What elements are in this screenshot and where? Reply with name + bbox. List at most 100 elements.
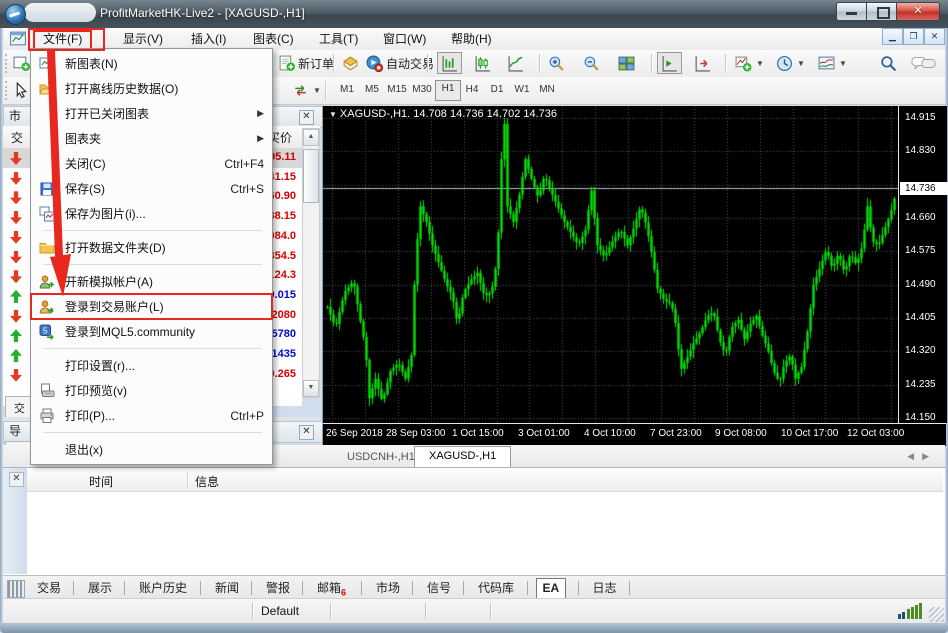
bid-price: 2080	[272, 309, 296, 321]
chart-tab-xagusdh1[interactable]: XAGUSD-,H1	[414, 446, 511, 468]
menu-item-3[interactable]: 图表(C)	[243, 30, 304, 48]
timeframe-m30-button[interactable]: M30	[410, 81, 434, 99]
line-chart-icon[interactable]	[504, 53, 527, 73]
timeframe-w1-button[interactable]: W1	[510, 81, 534, 99]
autotrading-button[interactable]: 自动交易	[363, 53, 437, 73]
doc-restore-icon[interactable]: ❐	[903, 28, 924, 45]
dock-icon[interactable]	[7, 580, 25, 598]
market-watch-scrollbar[interactable]: ▲ ▼	[302, 128, 320, 398]
package-icon[interactable]	[339, 53, 362, 73]
autoscroll-icon[interactable]	[691, 53, 714, 73]
doc-minimize-icon[interactable]: ▁	[882, 28, 903, 45]
terminal-tab-9[interactable]: EA	[536, 578, 567, 599]
bid-price: 1435	[272, 348, 296, 360]
close-icon[interactable]: ✕	[299, 110, 314, 125]
file-menu-item-9[interactable]: 开新模拟帐户(A)	[31, 269, 272, 294]
arrow-down-icon	[10, 172, 22, 185]
file-menu-item-8[interactable]: 打开数据文件夹(D)	[31, 235, 272, 260]
file-menu-item-10[interactable]: 登录到交易账户(L)	[31, 294, 272, 319]
close-icon[interactable]: ✕	[299, 425, 314, 440]
cycle-symbols-icon[interactable]: ▼	[289, 80, 324, 100]
templates-icon[interactable]: ▼	[815, 53, 850, 73]
file-menu-item-4[interactable]: 图表夹▶	[31, 126, 272, 151]
search-icon[interactable]	[877, 53, 900, 73]
column-divider[interactable]	[187, 472, 189, 489]
periods-icon[interactable]: ▼	[773, 53, 808, 73]
price-tick-label: 14.575	[905, 245, 936, 256]
tab-scroll-right-icon[interactable]: ▶	[922, 451, 937, 461]
terminal-tab-4[interactable]: 警报	[260, 580, 296, 596]
timeframe-mn-button[interactable]: MN	[535, 81, 559, 99]
timeframe-h4-button[interactable]: H4	[460, 81, 484, 99]
scroll-up-icon[interactable]: ▲	[303, 129, 319, 146]
file-menu-item-3[interactable]: 打开已关闭图表▶	[31, 101, 272, 126]
terminal-tab-5[interactable]: 邮箱6	[311, 580, 352, 596]
terminal-tab-8[interactable]: 代码库	[472, 580, 520, 596]
terminal-tab-7[interactable]: 信号	[421, 580, 457, 596]
timeframe-m5-button[interactable]: M5	[360, 81, 384, 99]
zoom-out-icon[interactable]	[580, 53, 603, 73]
file-menu-item-15[interactable]: 退出(x)	[31, 437, 272, 462]
menu-item-label: 开新模拟帐户(A)	[65, 273, 264, 290]
scroll-down-icon[interactable]: ▼	[303, 380, 319, 397]
doc-close-icon[interactable]: ✕	[924, 28, 945, 45]
file-menu-item-14[interactable]: 打印(P)...Ctrl+P	[31, 403, 272, 428]
tab-scroll-left-icon[interactable]: ◀	[907, 451, 922, 461]
file-menu-item-13[interactable]: 打印预览(v)	[31, 378, 272, 403]
timeframe-d1-button[interactable]: D1	[485, 81, 509, 99]
menu-shortcut: Ctrl+F4	[224, 157, 264, 171]
profile-name[interactable]: Default	[261, 604, 299, 618]
zoom-in-icon[interactable]	[545, 53, 568, 73]
app-logo-icon	[5, 4, 26, 25]
price-chart[interactable]	[323, 106, 898, 423]
file-menu-item-12[interactable]: 打印设置(r)...	[31, 353, 272, 378]
timeframe-m1-button[interactable]: M1	[335, 81, 359, 99]
menu-item-1[interactable]: 显示(V)	[113, 30, 173, 48]
terminal-tab-10[interactable]: 日志	[587, 580, 623, 596]
timeframe-h1-button[interactable]: H1	[435, 80, 461, 101]
symbol-column-header[interactable]: 交	[11, 129, 23, 146]
menu-item-5[interactable]: 窗口(W)	[373, 30, 436, 48]
file-menu-item-7[interactable]: 保存为图片(i)...	[31, 201, 272, 226]
close-icon[interactable]: ✕	[9, 472, 24, 487]
file-menu-item-5[interactable]: 关闭(C)Ctrl+F4	[31, 151, 272, 176]
file-menu-item-6[interactable]: 保存(S)Ctrl+S	[31, 176, 272, 201]
candlestick-icon[interactable]	[471, 53, 494, 73]
resize-grip[interactable]	[929, 607, 944, 622]
signal-bars-icon	[897, 603, 923, 619]
minimize-button[interactable]	[836, 2, 868, 21]
menu-item-2[interactable]: 插入(I)	[181, 30, 236, 48]
close-button[interactable]: ✕	[896, 2, 940, 21]
restore-button[interactable]	[866, 2, 898, 21]
shift-chart-icon[interactable]	[657, 52, 682, 74]
chart-dropdown-icon[interactable]: ▼	[329, 110, 337, 119]
menu-item-6[interactable]: 帮助(H)	[441, 30, 502, 48]
no-icon	[37, 156, 57, 172]
terminal-tab-3[interactable]: 新闻	[209, 580, 245, 596]
tile-windows-icon[interactable]	[615, 53, 638, 73]
terminal-tab-6[interactable]: 市场	[370, 580, 406, 596]
chat-icon[interactable]	[908, 53, 940, 73]
time-column-header[interactable]: 时间	[89, 473, 113, 490]
terminal-header: 时间 信息	[27, 470, 943, 492]
arrow-down-icon	[10, 270, 22, 283]
file-menu-item-11[interactable]: 5登录到MQL5.community	[31, 319, 272, 344]
terminal-tab-1[interactable]: 展示	[82, 580, 118, 596]
bar-chart-icon[interactable]	[437, 52, 462, 74]
chart-ohlc-info: ▼XAGUSD-,H1. 14.708 14.736 14.702 14.736	[329, 108, 557, 120]
terminal-tab-0[interactable]: 交易	[31, 580, 67, 596]
price-axis[interactable]: 14.91514.83014.66014.57514.49014.40514.3…	[898, 106, 947, 423]
new-order-button[interactable]: 新订单	[275, 53, 337, 73]
scrollbar-thumb[interactable]	[303, 149, 319, 203]
arrow-down-icon	[10, 191, 22, 204]
message-column-header[interactable]: 信息	[195, 473, 219, 490]
menu-item-4[interactable]: 工具(T)	[309, 30, 368, 48]
timeframe-m15-button[interactable]: M15	[385, 81, 409, 99]
chart-window[interactable]: ▼XAGUSD-,H1. 14.708 14.736 14.702 14.736…	[322, 106, 946, 445]
time-axis[interactable]: 26 Sep 201828 Sep 03:001 Oct 15:003 Oct …	[323, 423, 946, 446]
menu-item-label: 打印(P)...	[65, 407, 222, 424]
file-menu-item-1[interactable]: 新图表(N)	[31, 51, 272, 76]
file-menu-item-2[interactable]: 打开离线历史数据(O)	[31, 76, 272, 101]
terminal-tab-2[interactable]: 账户历史	[133, 580, 193, 596]
indicators-icon[interactable]: ▼	[732, 53, 767, 73]
